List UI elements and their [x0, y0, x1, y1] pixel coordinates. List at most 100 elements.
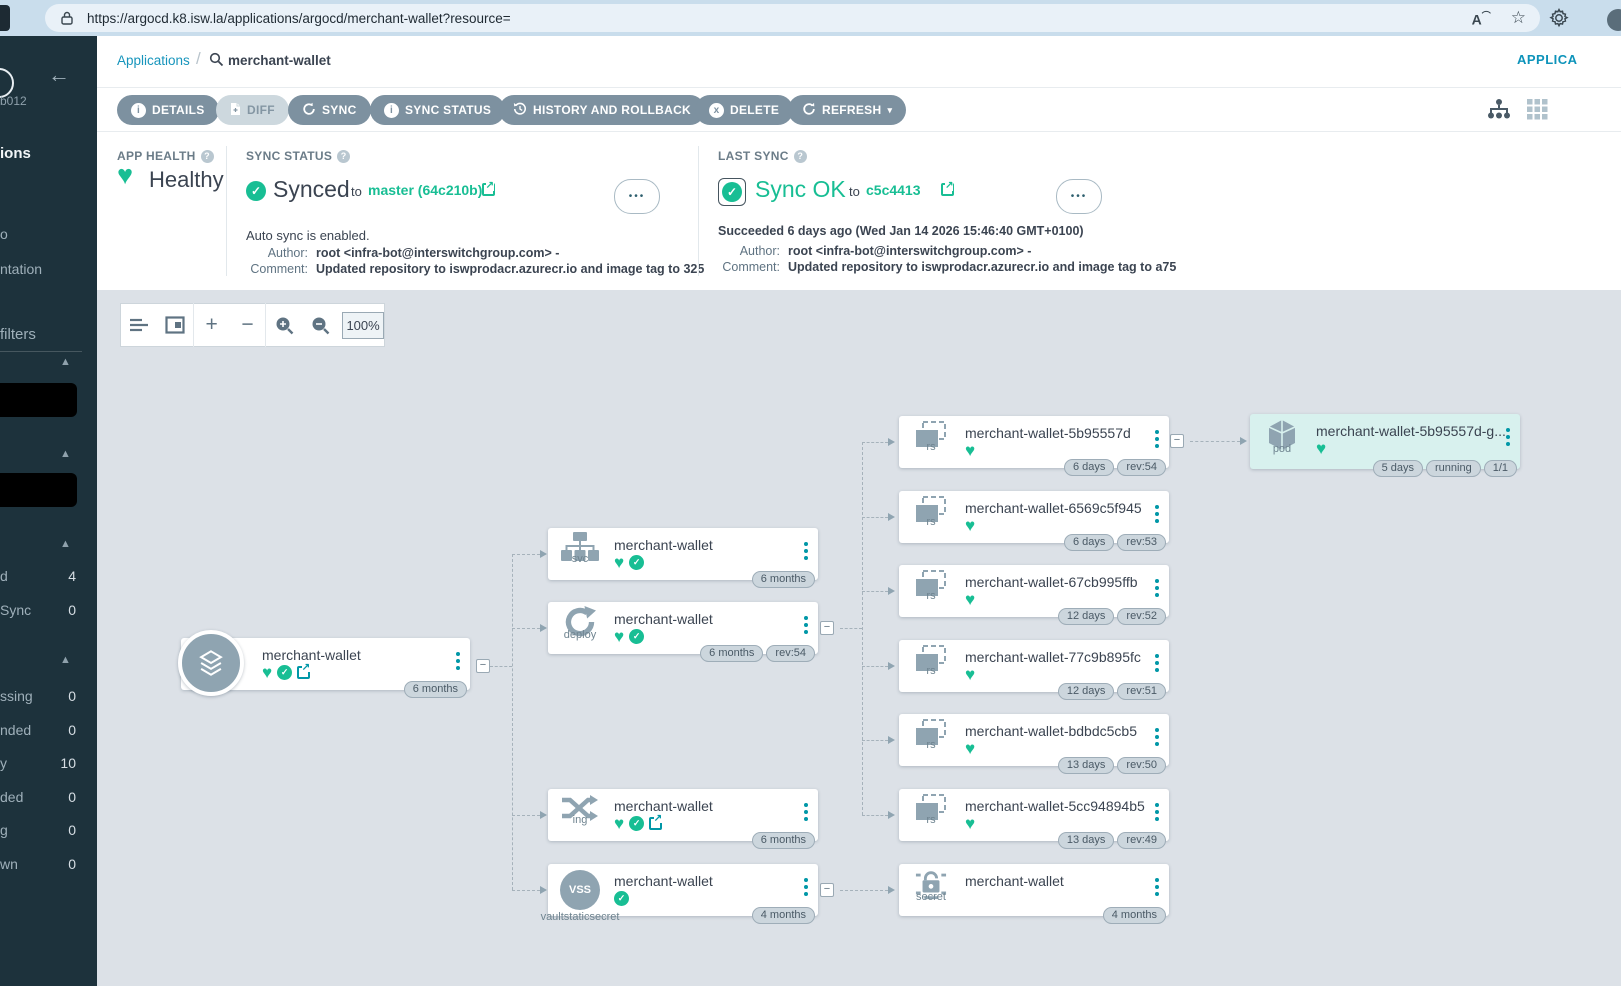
- history-rollback-button[interactable]: HISTORY AND ROLLBACK: [499, 95, 705, 125]
- external-link-icon[interactable]: ↗: [649, 817, 662, 830]
- filter-outofsync[interactable]: Sync 0: [0, 602, 76, 618]
- filter-unknown[interactable]: wn 0: [0, 856, 76, 872]
- graph-node-replicaset[interactable]: rs merchant-wallet-6569c5f945 ♥ 6 days r…: [899, 491, 1169, 543]
- filter-synced[interactable]: d 4: [0, 568, 76, 584]
- sync-button[interactable]: SYNC: [288, 95, 371, 125]
- url-text[interactable]: https://argocd.k8.isw.la/applications/ar…: [87, 11, 511, 26]
- tree-view-toggle-icon[interactable]: [1487, 98, 1511, 125]
- node-menu-button[interactable]: [1155, 430, 1159, 448]
- node-menu-button[interactable]: [1155, 505, 1159, 523]
- zoom-level-input[interactable]: 100%: [342, 312, 384, 339]
- history-icon: [513, 102, 527, 119]
- external-link-icon[interactable]: ↗: [297, 666, 310, 679]
- redacted-filter-label: [0, 473, 77, 507]
- zoom-out-button[interactable]: −: [230, 313, 266, 337]
- browser-profile-avatar[interactable]: [1607, 9, 1621, 31]
- collapse-node-button[interactable]: −: [820, 883, 834, 897]
- graph-node-replicaset[interactable]: rs merchant-wallet-77c9b895fc ♥ 12 days …: [899, 640, 1169, 692]
- node-menu-button[interactable]: [804, 616, 808, 634]
- health-heart-icon: ♥: [614, 816, 624, 831]
- breadcrumb: Applications / merchant-wallet APPLICA: [97, 36, 1621, 88]
- age-badge: 4 months: [752, 907, 815, 924]
- diff-button[interactable]: DIFF: [216, 95, 289, 125]
- refresh-button[interactable]: REFRESH ▾: [788, 95, 906, 125]
- external-link-icon[interactable]: ↗: [941, 183, 954, 196]
- delete-button[interactable]: xDELETE: [695, 95, 793, 125]
- last-sync-target-link[interactable]: c5c4413: [866, 182, 921, 198]
- sidebar-collapse-arrow[interactable]: ←: [48, 62, 70, 88]
- fit-to-screen-icon[interactable]: [157, 316, 193, 334]
- app-name-search-value[interactable]: merchant-wallet: [228, 53, 331, 68]
- graph-node-replicaset[interactable]: rs merchant-wallet-67cb995ffb ♥ 12 days …: [899, 565, 1169, 617]
- filter-section-collapse-icon[interactable]: ▲: [60, 538, 71, 550]
- filter-degraded[interactable]: ded 0: [0, 789, 76, 805]
- filter-count: 10: [60, 755, 76, 771]
- node-menu-button[interactable]: [804, 803, 808, 821]
- filter-healthy[interactable]: y 10: [0, 755, 76, 771]
- graph-node-replicaset[interactable]: rs merchant-wallet-5b95557d ♥ 6 days rev…: [899, 416, 1169, 468]
- graph-node-vaultstaticsecret[interactable]: VSS vaultstaticsecret merchant-wallet ✓ …: [548, 864, 818, 916]
- author-value: root <infra-bot@interswitchgroup.com> -: [788, 244, 1031, 258]
- browser-settings-gear-icon[interactable]: [1548, 7, 1570, 34]
- collapse-node-button[interactable]: −: [476, 659, 490, 673]
- filter-section-collapse-icon[interactable]: ▲: [60, 448, 71, 460]
- grid-view-toggle-icon[interactable]: [1527, 99, 1548, 125]
- node-menu-button[interactable]: [1155, 654, 1159, 672]
- node-name: merchant-wallet: [614, 537, 713, 553]
- magnifier-minus-icon[interactable]: [302, 316, 338, 335]
- comment-value: Updated repository to iswprodacr.azurecr…: [316, 262, 704, 276]
- filter-suspended[interactable]: nded 0: [0, 722, 76, 738]
- graph-node-pod[interactable]: pod merchant-wallet-5b95557d-g... ♥ 5 da…: [1250, 414, 1520, 469]
- node-name: merchant-wallet-5b95557d-g...: [1316, 423, 1506, 439]
- filter-progressing[interactable]: ssing 0: [0, 688, 76, 704]
- last-sync-menu-button[interactable]: •••: [1056, 179, 1102, 214]
- node-menu-button[interactable]: [804, 878, 808, 896]
- filter-count: 0: [68, 822, 76, 838]
- node-menu-button[interactable]: [1155, 579, 1159, 597]
- node-menu-button[interactable]: [1506, 428, 1510, 446]
- sidebar-item-documentation[interactable]: ntation: [0, 261, 42, 277]
- magnifier-plus-icon[interactable]: [266, 316, 302, 335]
- breadcrumb-applications-link[interactable]: Applications: [117, 53, 190, 68]
- help-icon[interactable]: ?: [794, 150, 807, 163]
- node-menu-button[interactable]: [1155, 728, 1159, 746]
- graph-node-deployment[interactable]: deploy merchant-wallet ♥ ✓ 6 months rev:…: [548, 602, 818, 654]
- graph-node-replicaset[interactable]: rs merchant-wallet-5cc94894b5 ♥ 13 days …: [899, 789, 1169, 841]
- node-name: merchant-wallet-bdbdc5cb5: [965, 723, 1137, 739]
- collapse-node-button[interactable]: −: [1170, 434, 1184, 448]
- sync-check-icon: ✓: [629, 629, 644, 644]
- external-link-icon[interactable]: ↗: [482, 183, 495, 196]
- filter-missing[interactable]: g 0: [0, 822, 76, 838]
- graph-node-ingress[interactable]: ing merchant-wallet ♥ ✓ ↗ 6 months: [548, 789, 818, 841]
- graph-node-application[interactable]: merchant-wallet ♥ ✓ ↗ 6 months: [181, 638, 470, 690]
- details-button[interactable]: iDETAILS: [117, 95, 219, 125]
- health-heart-icon: ♥: [1316, 441, 1326, 456]
- collapse-node-button[interactable]: −: [820, 621, 834, 635]
- favorite-star-icon[interactable]: ☆: [1511, 8, 1526, 28]
- zoom-in-button[interactable]: +: [194, 313, 230, 337]
- sync-status-button[interactable]: iSYNC STATUS: [370, 95, 505, 125]
- graph-node-replicaset[interactable]: rs merchant-wallet-bdbdc5cb5 ♥ 13 days r…: [899, 714, 1169, 766]
- help-icon[interactable]: ?: [201, 150, 214, 163]
- sidebar-item-settings[interactable]: o: [0, 226, 8, 242]
- sync-arrows-icon: [302, 102, 316, 119]
- graph-node-service[interactable]: svc merchant-wallet ♥ ✓ 6 months: [548, 528, 818, 580]
- node-menu-button[interactable]: [456, 652, 460, 670]
- node-menu-button[interactable]: [1155, 878, 1159, 896]
- filter-section-collapse-icon[interactable]: ▲: [60, 654, 71, 666]
- filter-section-collapse-icon[interactable]: ▲: [60, 356, 71, 368]
- node-menu-button[interactable]: [1155, 803, 1159, 821]
- help-icon[interactable]: ?: [337, 150, 350, 163]
- sync-status-menu-button[interactable]: •••: [614, 179, 660, 214]
- read-aloud-icon[interactable]: A⌒: [1472, 9, 1491, 28]
- age-badge: 4 months: [1103, 907, 1166, 924]
- ready-count-badge: 1/1: [1484, 460, 1517, 477]
- address-bar[interactable]: https://argocd.k8.isw.la/applications/ar…: [45, 4, 1540, 32]
- edge: [840, 890, 888, 891]
- sync-target-link[interactable]: master (64c210b): [368, 182, 482, 198]
- sidebar-item-applications[interactable]: ions: [0, 145, 31, 162]
- last-sync-title: LAST SYNC?: [718, 149, 807, 163]
- layout-list-icon[interactable]: [121, 316, 157, 334]
- node-menu-button[interactable]: [804, 542, 808, 560]
- graph-node-secret[interactable]: secret merchant-wallet 4 months: [899, 864, 1169, 916]
